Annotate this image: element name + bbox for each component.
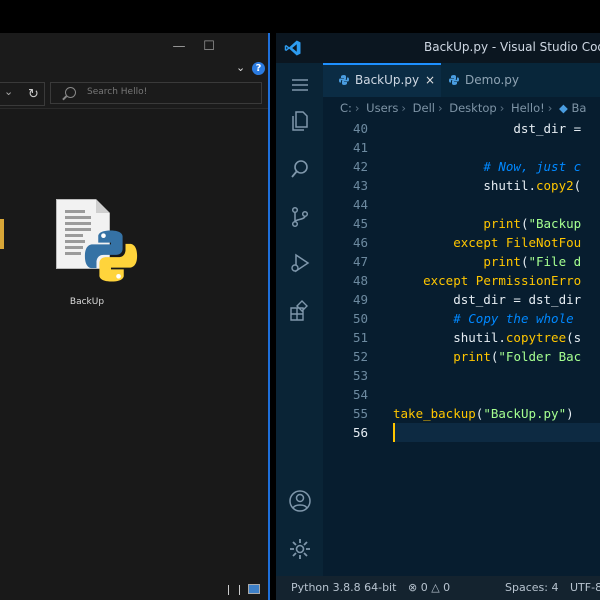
- breadcrumb-item: ◆: [558, 101, 572, 115]
- breadcrumb-item[interactable]: Hello!: [511, 101, 545, 115]
- window-title: BackUp.py - Visual Studio Code -: [424, 40, 600, 54]
- code-line: 48 except PermissionErro: [352, 273, 582, 288]
- vscode-title-bar: BackUp.py - Visual Studio Code -: [276, 33, 600, 63]
- code-line: 46 except FileNotFou: [352, 235, 582, 250]
- code-line: 40 dst_dir =: [352, 121, 582, 136]
- large-icons-view-icon[interactable]: [248, 584, 260, 594]
- help-button[interactable]: ?: [252, 62, 265, 75]
- explorer-files-icon[interactable]: [288, 109, 312, 133]
- explorer-title-bar: — ☐: [0, 33, 268, 60]
- code-line: 41: [352, 140, 368, 155]
- code-line: 49 dst_dir = dst_dir: [352, 292, 582, 307]
- search-icon[interactable]: [288, 157, 312, 181]
- code-line-current: 56: [323, 423, 600, 442]
- details-view-icon[interactable]: [228, 585, 240, 595]
- editor-tabs: BackUp.py × Demo.py: [323, 63, 600, 97]
- desktop-top-bar: [0, 0, 600, 33]
- code-line: 44: [352, 197, 368, 212]
- code-line: 51 shutil.copytree(s: [352, 330, 582, 345]
- activity-bar: [276, 63, 323, 576]
- encoding-status[interactable]: UTF-8: [570, 576, 600, 600]
- text-cursor: [393, 423, 395, 442]
- tab-demo-py[interactable]: Demo.py: [443, 63, 553, 97]
- source-control-icon[interactable]: [288, 205, 312, 229]
- warning-icon: △: [427, 581, 444, 594]
- indentation-status[interactable]: Spaces: 4: [505, 576, 558, 600]
- ribbon-bar: ⌄ ?: [0, 60, 268, 78]
- run-debug-icon[interactable]: [288, 251, 312, 275]
- python-file-icon: [449, 75, 459, 85]
- vscode-window: BackUp.py - Visual Studio Code - BackUp.…: [276, 33, 600, 600]
- breadcrumb-item[interactable]: C:: [340, 101, 352, 115]
- status-bar: Python 3.8.8 64-bit ⊗ 0 △ 0 Spaces: 4 UT…: [276, 576, 600, 600]
- minimize-button[interactable]: —: [164, 33, 194, 60]
- file-name-label: BackUp: [69, 297, 105, 307]
- address-dropdown-icon[interactable]: ⌄: [4, 85, 13, 98]
- error-icon: ⊗: [408, 581, 421, 594]
- file-explorer-window: — ☐ ⌄ ? ⌄ ↻ Search Hello! BackUp: [0, 33, 270, 600]
- tab-label: Demo.py: [465, 73, 519, 87]
- folder-icon[interactable]: [0, 219, 4, 249]
- python-file-icon: [339, 75, 349, 85]
- menu-icon[interactable]: [288, 73, 312, 97]
- code-line: 47 print("File d: [352, 254, 582, 269]
- python-logo-icon: [84, 230, 138, 282]
- code-line: 43 shutil.copy2(: [352, 178, 582, 193]
- close-tab-button[interactable]: ×: [425, 65, 435, 95]
- address-bar[interactable]: ⌄ ↻: [0, 82, 45, 106]
- breadcrumb-item[interactable]: Desktop: [449, 101, 496, 115]
- settings-gear-icon[interactable]: [288, 537, 312, 561]
- search-box[interactable]: [50, 82, 262, 104]
- search-icon: [65, 87, 76, 98]
- code-line: 42 # Now, just c: [352, 159, 582, 174]
- search-input[interactable]: [85, 86, 259, 98]
- code-line: 52 print("Folder Bac: [352, 349, 582, 364]
- code-line: 45 print("Backup: [352, 216, 582, 231]
- code-line: 55 take_backup("BackUp.py"): [352, 406, 574, 421]
- code-line: 50 # Copy the whole: [352, 311, 574, 326]
- problems-status[interactable]: ⊗ 0 △ 0: [408, 576, 450, 600]
- breadcrumb-item[interactable]: Ba: [571, 101, 586, 115]
- address-bar-row: ⌄ ↻: [0, 78, 268, 109]
- breadcrumb-item[interactable]: Dell: [413, 101, 435, 115]
- refresh-icon[interactable]: ↻: [28, 87, 39, 102]
- python-interpreter-status[interactable]: Python 3.8.8 64-bit: [291, 576, 396, 600]
- file-list-area: BackUp: [0, 109, 268, 579]
- breadcrumb: C: › Users › Dell › Desktop › Hello! › ◆ Ba: [323, 97, 600, 119]
- file-item-backup[interactable]: BackUp: [48, 199, 148, 309]
- code-line: 54: [352, 387, 368, 402]
- code-line: 53: [352, 368, 368, 383]
- explorer-status-bar: [0, 580, 268, 600]
- breadcrumb-item[interactable]: Users: [366, 101, 398, 115]
- expand-ribbon-icon[interactable]: ⌄: [236, 61, 245, 74]
- tab-label: BackUp.py: [355, 73, 420, 87]
- code-editor[interactable]: 40 dst_dir = 41 42 # Now, just c 43 shut…: [323, 119, 600, 576]
- maximize-button[interactable]: ☐: [194, 33, 224, 60]
- account-icon[interactable]: [288, 489, 312, 513]
- tab-backup-py[interactable]: BackUp.py ×: [323, 63, 441, 97]
- extensions-icon[interactable]: [288, 299, 312, 323]
- vscode-logo-icon: [284, 40, 301, 56]
